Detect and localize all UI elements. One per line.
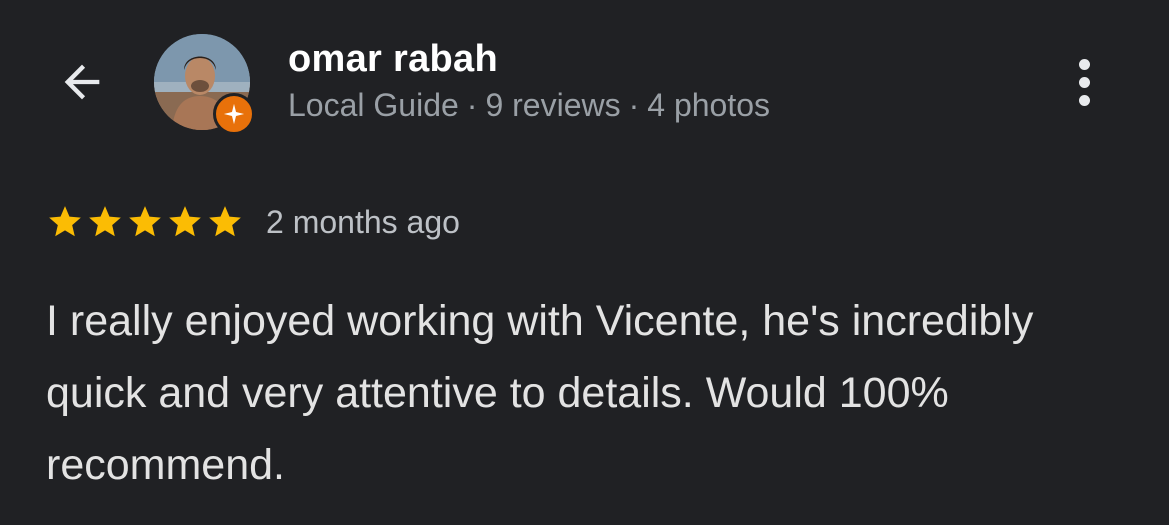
more-vert-icon — [1078, 94, 1090, 106]
more-vert-icon — [1078, 58, 1090, 70]
more-vert-icon — [1078, 76, 1090, 88]
star-icon — [129, 206, 161, 237]
review-text: I really enjoyed working with Vicente, h… — [46, 297, 1034, 489]
review-screen: omar rabah Local Guide · 9 reviews · 4 photo… — [0, 0, 1169, 525]
review-count: 9 reviews — [485, 87, 621, 123]
star-icon — [89, 206, 121, 237]
photo-count: 4 photos — [647, 87, 771, 123]
arrow-left-icon — [64, 64, 100, 100]
local-guide-label: Local Guide — [288, 87, 459, 123]
star-icon — [49, 206, 81, 237]
star-icon — [209, 206, 241, 237]
user-name[interactable]: omar rabah — [288, 38, 498, 81]
meta-separator: · — [628, 87, 640, 123]
user-avatar[interactable] — [154, 34, 255, 135]
star-icon — [169, 206, 201, 237]
rating-row: 2 months ago — [46, 200, 460, 244]
local-guide-badge-icon — [213, 93, 255, 135]
user-meta: Local Guide · 9 reviews · 4 photos — [288, 87, 770, 124]
meta-separator: · — [466, 87, 478, 123]
review-date: 2 months ago — [266, 203, 460, 240]
star-rating — [46, 203, 244, 241]
back-button[interactable] — [52, 52, 112, 112]
more-options-button[interactable] — [1062, 52, 1106, 112]
